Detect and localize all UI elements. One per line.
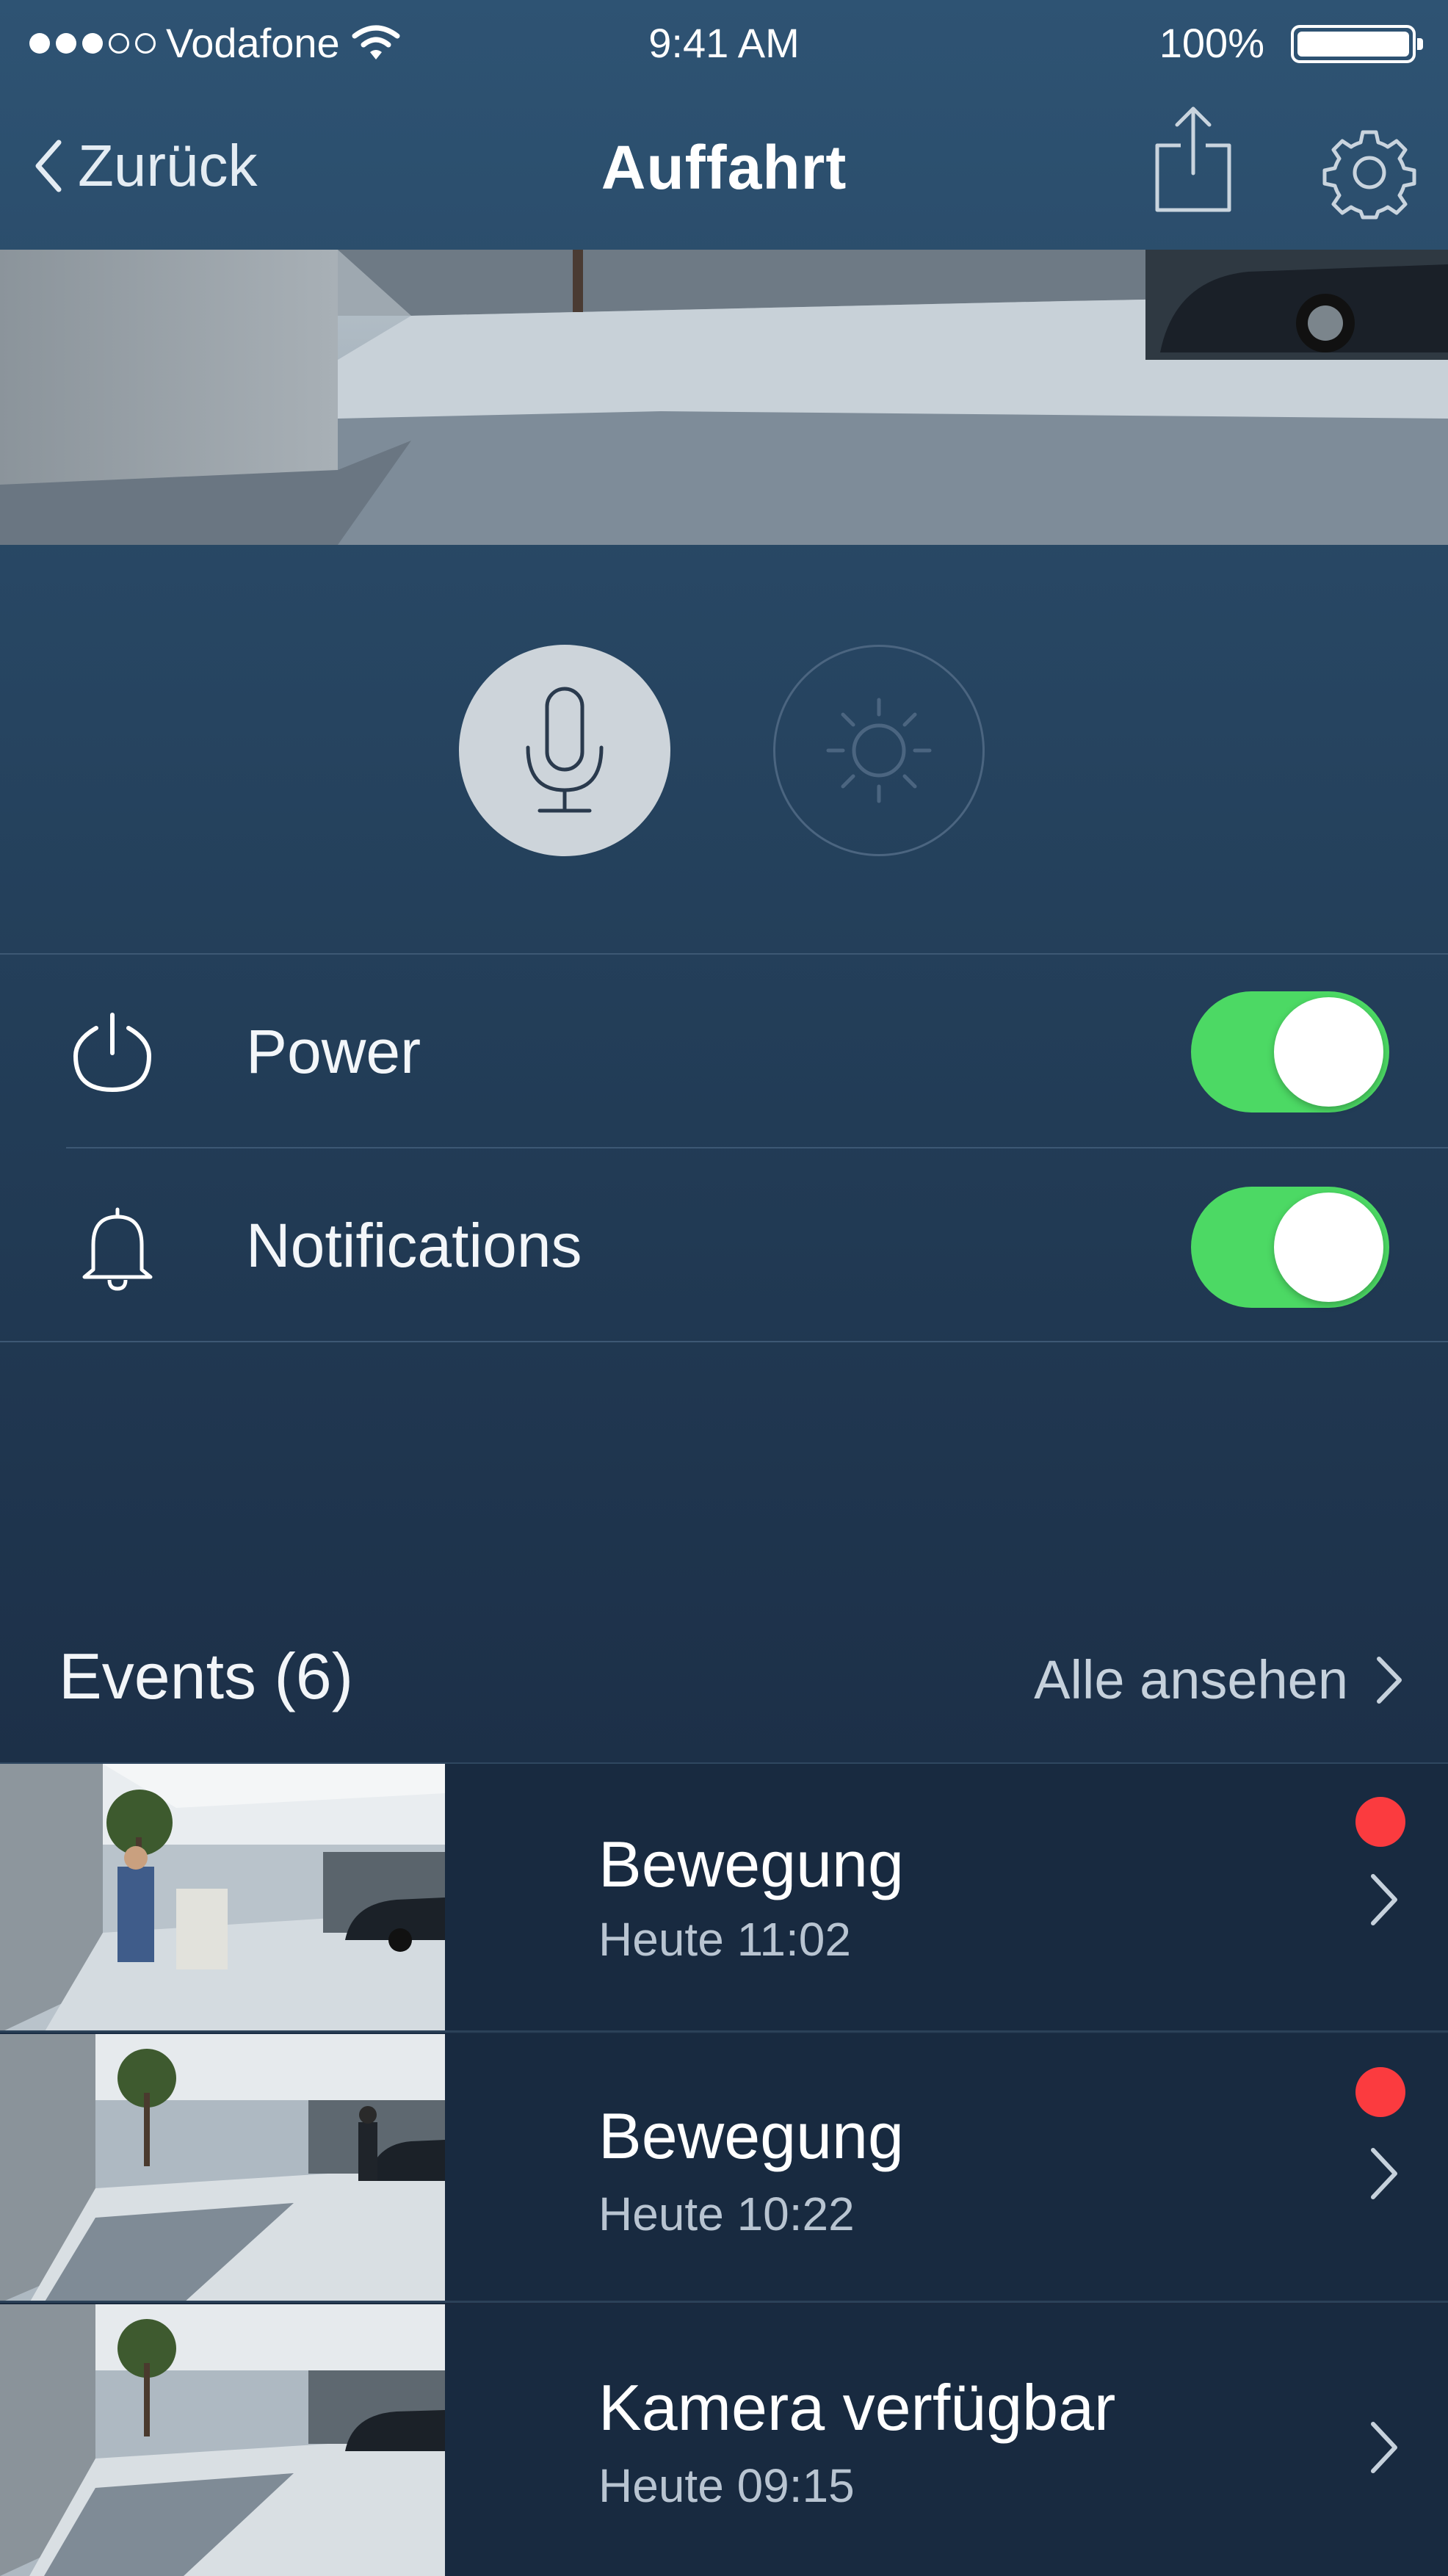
divider <box>0 2301 1448 2303</box>
light-icon <box>826 698 932 803</box>
chevron-right-icon <box>1377 1656 1402 1704</box>
battery-icon <box>1291 25 1423 63</box>
navigation-bar: Zurück Auffahrt <box>0 88 1448 250</box>
microphone-icon <box>526 687 604 813</box>
event-thumbnail <box>0 2304 445 2576</box>
events-header: Events (6) <box>59 1640 354 1712</box>
event-row[interactable]: Kamera verfügbar Heute 09:15 <box>0 2304 1448 2576</box>
event-thumbnail <box>0 1764 445 2033</box>
microphone-button[interactable] <box>459 645 670 856</box>
status-bar: Vodafone 9:41 AM 100% <box>0 0 1448 88</box>
gear-icon <box>1322 130 1416 220</box>
unread-badge <box>1355 1797 1405 1847</box>
event-title: Kamera verfügbar <box>598 2371 1116 2444</box>
settings-row-power: Power <box>0 955 1448 1147</box>
chevron-right-icon <box>1371 2422 1397 2473</box>
event-thumbnail <box>0 2034 445 2303</box>
event-title: Bewegung <box>598 1828 904 1900</box>
event-time: Heute 11:02 <box>598 1913 851 1966</box>
event-time: Heute 09:15 <box>598 2459 855 2512</box>
settings-row-notifications: Notifications <box>0 1148 1448 1341</box>
battery-percentage: 100% <box>1159 20 1264 66</box>
driveway-scene-image <box>0 250 1448 545</box>
unread-badge <box>1355 2067 1405 2117</box>
settings-button[interactable] <box>1322 125 1417 220</box>
notifications-toggle[interactable] <box>1191 1187 1389 1308</box>
see-all-link[interactable]: Alle ansehen <box>1034 1649 1404 1711</box>
chevron-right-icon <box>1371 2148 1397 2199</box>
notifications-label: Notifications <box>246 1211 582 1280</box>
share-button[interactable] <box>1153 103 1234 213</box>
divider <box>0 2030 1448 2033</box>
light-button[interactable] <box>773 645 985 856</box>
power-label: Power <box>246 1017 421 1086</box>
event-row[interactable]: Bewegung Heute 11:02 <box>0 1764 1448 2033</box>
event-row[interactable]: Bewegung Heute 10:22 <box>0 2034 1448 2303</box>
divider <box>0 1341 1448 1342</box>
power-icon <box>73 1013 152 1093</box>
camera-preview-image[interactable] <box>0 250 1448 545</box>
see-all-label: Alle ansehen <box>1034 1649 1348 1710</box>
bell-icon <box>82 1207 153 1291</box>
share-icon <box>1155 106 1231 212</box>
event-time: Heute 10:22 <box>598 2188 855 2240</box>
power-toggle[interactable] <box>1191 991 1389 1112</box>
chevron-right-icon <box>1371 1874 1397 1925</box>
event-title: Bewegung <box>598 2099 904 2172</box>
